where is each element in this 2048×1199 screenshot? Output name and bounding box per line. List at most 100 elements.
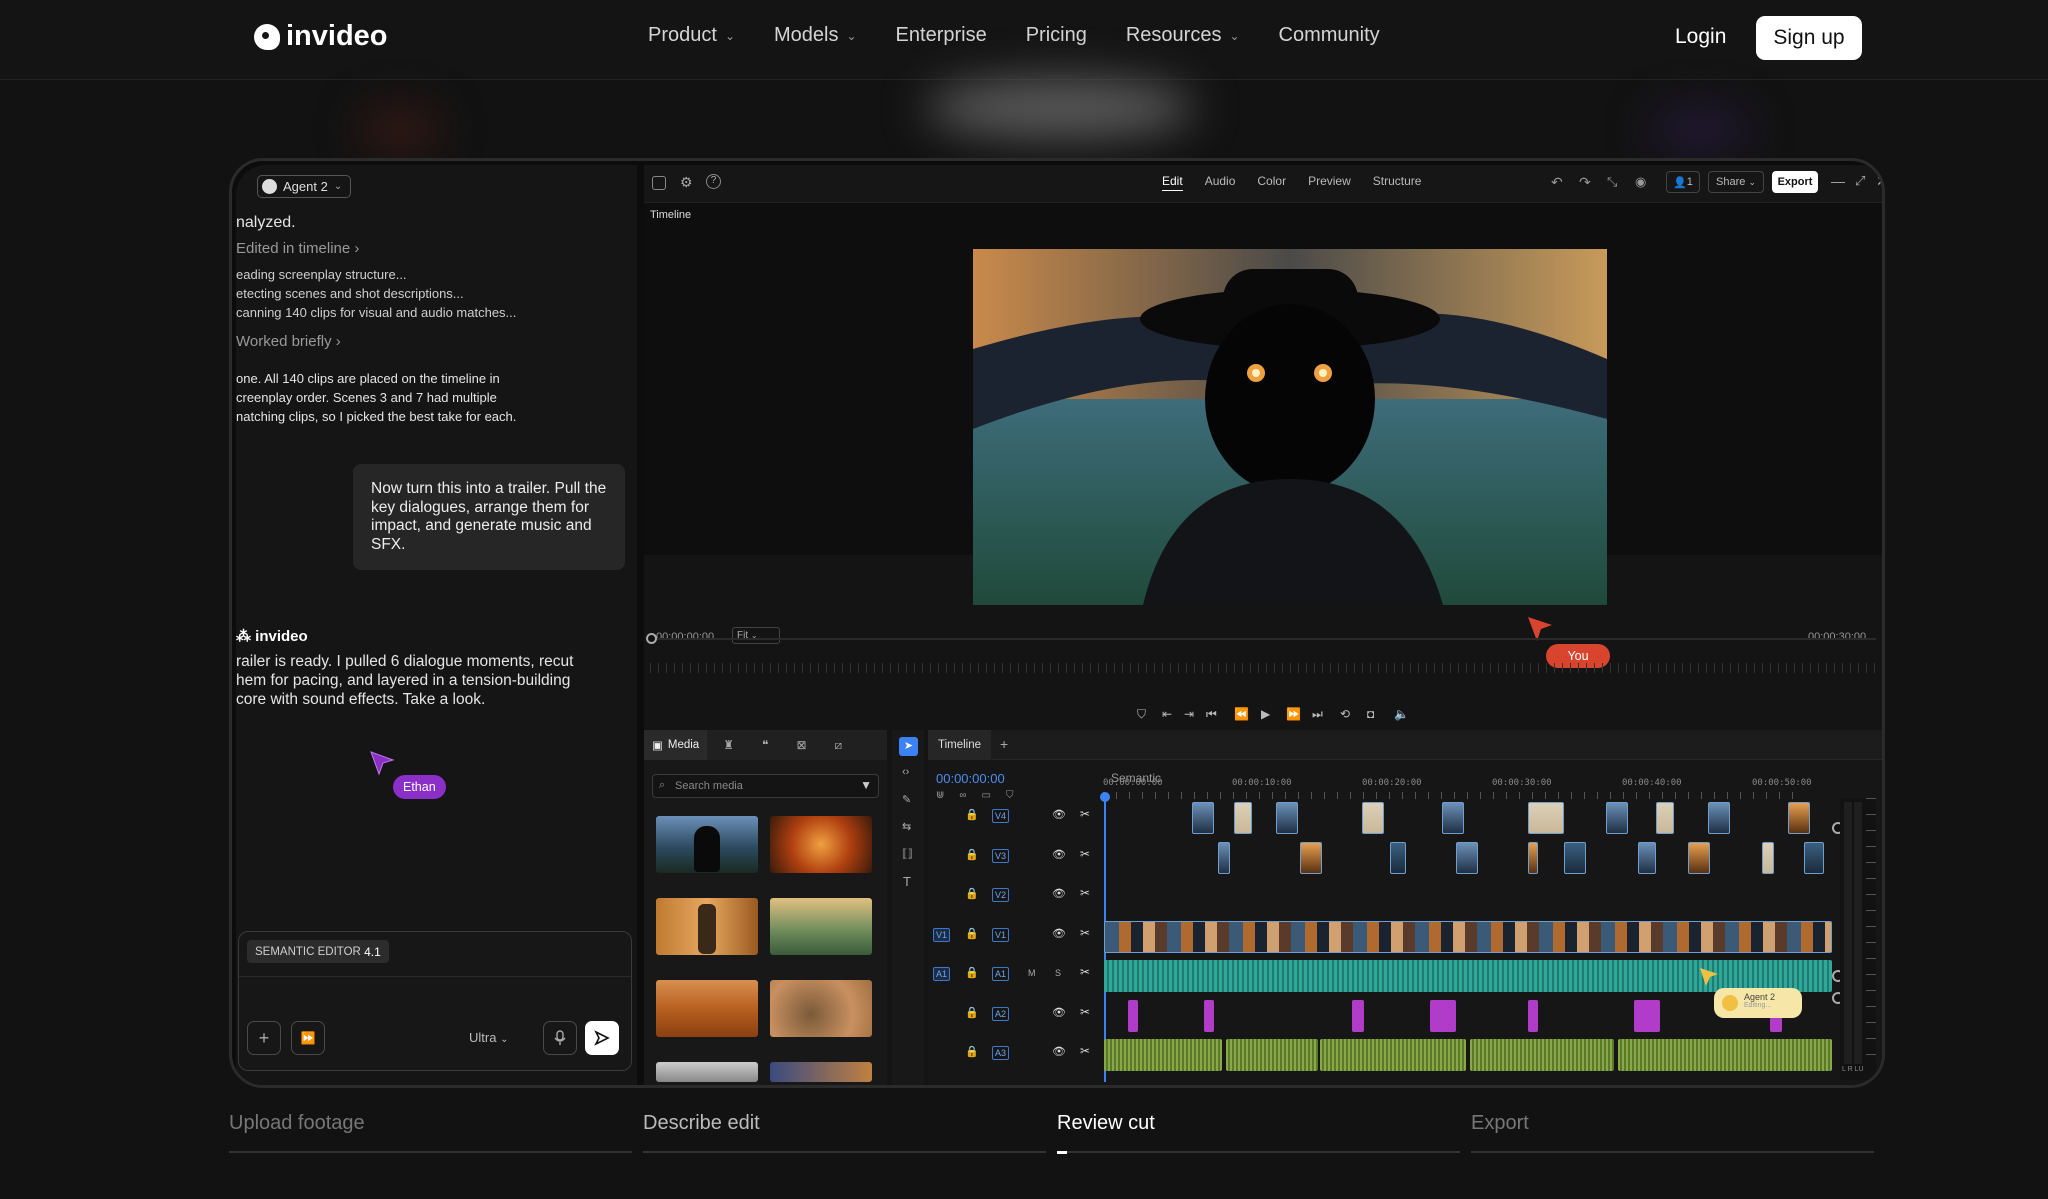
v4-clip[interactable] [1606,802,1628,834]
a2-sfx-clip[interactable] [1634,999,1660,1032]
media-thumbnail[interactable] [656,898,758,955]
scissors-icon[interactable]: ✂ [1080,926,1090,940]
media-thumbnail[interactable] [770,816,872,873]
scissors-icon[interactable]: ✂ [1080,847,1090,861]
v3-clip[interactable] [1804,841,1824,874]
fast-forward-icon[interactable]: ⏩ [1286,707,1301,721]
scrubber-handle[interactable] [646,633,657,644]
loop-icon[interactable]: ⟲ [1340,707,1350,721]
media-thumbnail[interactable] [770,1062,872,1082]
maximize-icon[interactable]: ⤢ [1855,173,1865,189]
step-describe-edit[interactable]: Describe edit [643,1112,760,1135]
track-source-label[interactable]: A1 [933,967,950,981]
eye-icon[interactable]: 👁 [1052,808,1066,821]
fast-forward-button[interactable]: ⏩ [291,1021,325,1055]
snapshot-icon[interactable]: ◘ [1367,707,1374,721]
undo-icon[interactable]: ↶ [1551,174,1563,191]
lock-icon[interactable]: 🔒 [965,808,979,821]
stock-icon[interactable]: ♜ [723,738,734,752]
lock-icon[interactable]: 🔒 [965,848,979,861]
tab-timeline[interactable]: Timeline [928,730,992,760]
razor-tool-icon[interactable]: ✎ [902,793,911,806]
step-upload-footage[interactable]: Upload footage [229,1112,365,1135]
tab-preview[interactable]: Preview [1308,174,1351,191]
v4-clip[interactable] [1528,802,1564,834]
eye-icon[interactable]: 👁 [1052,1045,1066,1058]
v3-clip[interactable] [1218,841,1230,874]
menu-resources[interactable]: Resources ⌄ [1126,24,1240,47]
v3-clip[interactable] [1688,841,1710,874]
lock-icon[interactable]: 🔒 [965,1006,979,1019]
solo-button[interactable]: S [1055,968,1061,978]
step-back-icon[interactable]: ⏮ [1206,707,1217,722]
send-button[interactable] [585,1021,619,1055]
close-icon[interactable]: ✕ [1876,173,1882,190]
a3-music-clip[interactable] [1320,1039,1466,1071]
v3-clip[interactable] [1390,841,1406,874]
step-review-cut[interactable]: Review cut [1057,1112,1155,1135]
tab-audio[interactable]: Audio [1205,174,1236,191]
a3-music-clip[interactable] [1104,1039,1222,1071]
tab-edit[interactable]: Edit [1162,174,1183,191]
a2-sfx-clip[interactable] [1352,999,1364,1032]
microphone-button[interactable] [543,1021,577,1055]
play-icon[interactable]: ▶ [1261,707,1270,721]
templates-icon[interactable]: ⊠ [796,738,806,752]
menu-product[interactable]: Product ⌄ [648,24,735,47]
scissors-icon[interactable]: ✂ [1080,965,1090,979]
settings-icon[interactable]: ⚙ [680,174,693,191]
v3-clip[interactable] [1456,841,1478,874]
media-thumbnail[interactable] [656,1062,758,1082]
fullscreen-icon[interactable]: ⤡ [1607,174,1617,190]
menu-community[interactable]: Community [1279,24,1380,47]
track-source-label[interactable]: V1 [933,927,950,942]
a3-music-clip[interactable] [1618,1039,1832,1071]
comments-icon[interactable]: ❝ [762,738,768,752]
lock-icon[interactable]: 🔒 [965,927,979,940]
share-button[interactable]: Share ⌄ [1708,171,1764,193]
v4-clip[interactable] [1656,802,1674,834]
brain-icon[interactable]: ◉ [1635,174,1646,190]
v4-clip[interactable] [1788,802,1810,834]
chat-composer[interactable]: SEMANTIC EDITOR 4.1 + ⏩ Ultra ⌄ [238,931,632,1071]
scissors-icon[interactable]: ✂ [1080,807,1090,821]
menu-models[interactable]: Models ⌄ [774,24,857,47]
scissors-icon[interactable]: ✂ [1080,1044,1090,1058]
invideo-logo[interactable]: invideo [254,20,388,53]
add-attachment-button[interactable]: + [247,1021,281,1055]
agent-selector[interactable]: Agent 2 ⌄ [257,175,352,198]
filter-icon[interactable]: ▼ [860,778,872,792]
a2-sfx-clip[interactable] [1528,999,1538,1032]
eye-icon[interactable]: 👁 [1052,1006,1066,1019]
eye-icon[interactable]: 👁 [1052,887,1066,900]
v3-clip[interactable] [1300,841,1322,874]
collaborators-button[interactable]: 👤 1 [1666,171,1700,193]
a3-music-clip[interactable] [1226,1039,1318,1071]
lock-icon[interactable]: 🔒 [965,966,979,979]
select-tool-icon[interactable]: ➤ [899,737,918,756]
tab-structure[interactable]: Structure [1373,174,1422,191]
step-forward-icon[interactable]: ⏭ [1312,707,1323,722]
v4-clip[interactable] [1276,802,1298,834]
tab-color[interactable]: Color [1257,174,1286,191]
menu-pricing[interactable]: Pricing [1026,24,1087,47]
media-thumbnail[interactable] [656,980,758,1037]
v3-clip[interactable] [1528,841,1538,874]
a3-music-clip[interactable] [1470,1039,1614,1071]
add-tab-icon[interactable]: + [1000,736,1008,752]
slip-tool-icon[interactable]: ⇆ [902,820,911,833]
lock-icon[interactable]: 🔒 [965,887,979,900]
eye-icon[interactable]: 👁 [1052,848,1066,861]
tab-media[interactable]: ▣ Media [644,730,708,760]
v4-clip[interactable] [1234,802,1252,834]
transitions-icon[interactable]: ⧄ [835,738,843,753]
go-to-end-icon[interactable]: ⇥ [1184,707,1194,721]
video-frame[interactable] [973,249,1607,605]
a2-sfx-clip[interactable] [1204,999,1214,1032]
export-button[interactable]: Export [1772,171,1818,193]
text-tool-icon[interactable]: T [903,874,911,889]
eye-icon[interactable]: 👁 [1052,927,1066,940]
v3-clip[interactable] [1638,841,1656,874]
a2-sfx-clip[interactable] [1128,999,1138,1032]
lock-icon[interactable]: 🔒 [965,1045,979,1058]
